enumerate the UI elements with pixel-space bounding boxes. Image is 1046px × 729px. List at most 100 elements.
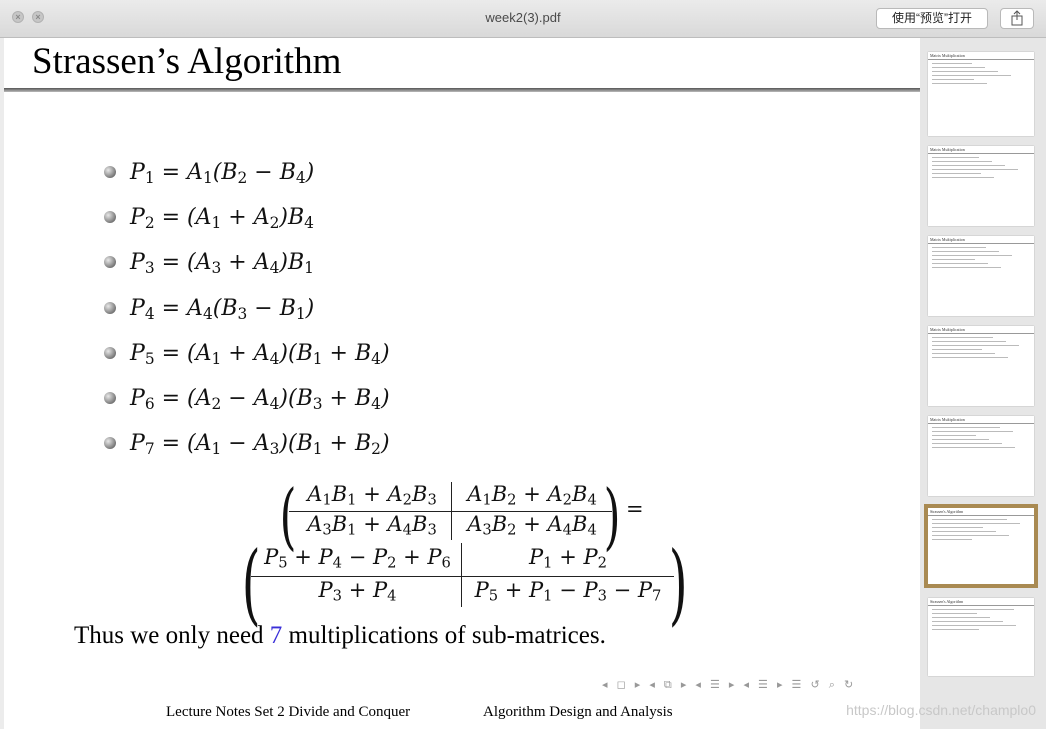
thumbnail-text-line — [932, 341, 1006, 342]
page-thumbnail[interactable]: Matrix Multiplication — [928, 416, 1034, 496]
thumbnail-title: Matrix Multiplication — [928, 52, 1034, 60]
thumbnail-text-line — [932, 169, 1018, 170]
thumbnail-text-line — [932, 63, 972, 64]
top-cell-21: A3B1 + A4B3 — [307, 512, 437, 539]
page-thumbnail[interactable]: Matrix Multiplication — [928, 326, 1034, 406]
thumbnail-text-line — [932, 431, 1013, 432]
equation-item: P7 = (A1 − A3)(B1 + B2) — [104, 421, 390, 466]
thumbnail-title: Matrix Multiplication — [928, 416, 1034, 424]
thumbnail-text-line — [932, 625, 1016, 626]
equation-text: P6 = (A2 − A4)(B3 + B4) — [130, 385, 390, 413]
thumbnail-text-line — [932, 531, 996, 532]
open-with-preview-button[interactable]: 使用“预览”打开 — [876, 8, 988, 29]
bottom-cell-21: P3 + P4 — [318, 578, 397, 605]
page-thumbnail[interactable]: Matrix Multiplication — [928, 52, 1034, 136]
thumbnail-text-line — [932, 539, 972, 540]
thumbnail-text-line — [932, 71, 998, 72]
bullet-icon — [104, 437, 116, 450]
share-icon — [1011, 10, 1023, 26]
thumbnail-text-line — [932, 259, 975, 260]
top-cell-11: A1B1 + A2B3 — [307, 482, 437, 509]
thumbnail-text-line — [932, 337, 993, 338]
conclusion-number: 7 — [269, 622, 283, 649]
window-titlebar: × × week2(3).pdf 使用“预览”打开 — [0, 0, 1046, 38]
thumbnail-text-line — [932, 255, 1012, 256]
equation-item: P3 = (A3 + A4)B1 — [104, 240, 390, 285]
thumbnail-text-line — [932, 535, 1009, 536]
equation-text: P2 = (A1 + A2)B4 — [130, 205, 314, 233]
bullet-icon — [104, 166, 116, 178]
bullet-icon — [104, 301, 116, 314]
thumbnail-text-line — [932, 75, 1011, 76]
equation-text: P4 = A4(B3 − B1) — [130, 295, 315, 323]
thumbnail-text-line — [932, 519, 1007, 520]
thumbnail-text-line — [932, 629, 979, 630]
page-thumbnail[interactable]: Strassen's Algorithm — [928, 508, 1034, 584]
equation-text: P7 = (A1 − A3)(B1 + B2) — [130, 431, 390, 458]
share-button[interactable] — [1000, 8, 1034, 29]
thumbnail-text-line — [932, 165, 1005, 166]
bottom-cell-22: P5 + P1 − P3 − P7 — [474, 578, 662, 605]
equation-text: P1 = A1(B2 − B4) — [130, 160, 315, 187]
thumbnail-text-line — [932, 247, 986, 248]
conclusion-after: multiplications of sub-matrices. — [282, 622, 606, 649]
equation-item: P1 = A1(B2 − B4) — [104, 150, 390, 195]
thumbnail-text-line — [932, 345, 1019, 346]
thumbnail-text-line — [932, 435, 976, 436]
thumbnail-text-line — [932, 621, 1003, 622]
thumbnail-text-line — [932, 447, 1015, 448]
bullet-icon — [104, 256, 116, 269]
slide-title: Strassen’s Algorithm — [32, 41, 342, 82]
thumbnail-text-line — [932, 177, 994, 178]
footer-right: Algorithm Design and Analysis — [483, 704, 673, 720]
conclusion-before: Thus we only need — [74, 622, 270, 649]
bottom-cell-12: P1 + P2 — [529, 545, 607, 572]
bottom-matrix-vrule — [461, 543, 462, 607]
thumbnail-text-line — [932, 67, 985, 68]
page-thumbnail[interactable]: Matrix Multiplication — [928, 236, 1034, 316]
equation-list: P1 = A1(B2 − B4) P2 = (A1 + A2)B4 P3 = (A3… — [104, 150, 390, 466]
title-divider — [4, 88, 920, 92]
watermark: https://blog.csdn.net/champlo0 — [846, 702, 1036, 718]
bullet-icon — [104, 211, 116, 224]
thumbnail-text-line — [932, 617, 990, 618]
equation-text: P3 = (A3 + A4)B1 — [130, 250, 314, 278]
thumbnail-text-line — [932, 527, 983, 528]
thumbnail-text-line — [932, 173, 981, 174]
thumbnail-title: Strassen's Algorithm — [928, 598, 1034, 606]
pdf-page: Strassen’s Algorithm P1 = A1(B2 − B4) P2 … — [4, 38, 920, 729]
thumbnail-title: Matrix Multiplication — [928, 146, 1034, 154]
conclusion-text: Thus we only need 7 multiplications of s… — [74, 622, 606, 650]
thumbnail-text-line — [932, 523, 1020, 524]
thumbnail-text-line — [932, 353, 995, 354]
page-thumbnail[interactable]: Strassen's Algorithm — [928, 598, 1034, 676]
thumbnail-title: Matrix Multiplication — [928, 326, 1034, 334]
footer-left: Lecture Notes Set 2 Divide and Conquer — [166, 704, 411, 720]
thumbnail-text-line — [932, 263, 988, 264]
thumbnail-text-line — [932, 267, 1001, 268]
equation-item: P2 = (A1 + A2)B4 — [104, 195, 390, 240]
thumbnail-title: Strassen's Algorithm — [928, 508, 1034, 516]
thumbnail-text-line — [932, 157, 979, 158]
equation-text: P5 = (A1 + A4)(B1 + B4) — [130, 340, 390, 368]
thumbnail-text-line — [932, 613, 977, 614]
top-cell-12: A1B2 + A2B4 — [467, 482, 597, 509]
thumbnail-text-line — [932, 427, 1000, 428]
thumbnail-sidebar[interactable]: Matrix Multiplication Matrix Multiplicati… — [920, 38, 1046, 729]
equals-sign: = — [626, 497, 644, 521]
equation-item: P6 = (A2 − A4)(B3 + B4) — [104, 376, 390, 421]
thumbnail-text-line — [932, 439, 989, 440]
top-matrix-vrule — [451, 482, 452, 540]
equation-item: P5 = (A1 + A4)(B1 + B4) — [104, 331, 390, 376]
top-cell-22: A3B2 + A4B4 — [467, 512, 597, 539]
beamer-navigation-bar[interactable]: ◂ ◻ ▸ ◂ ⧉ ▸ ◂ ☰ ▸ ◂ ☰ ▸ ☰ ↺ ⌕ ↻ — [602, 678, 856, 692]
bottom-cell-11: P5 + P4 − P2 + P6 — [264, 545, 451, 572]
bullet-icon — [104, 346, 116, 359]
thumbnail-text-line — [932, 161, 992, 162]
bottom-matrix-hrule — [251, 576, 674, 577]
thumbnail-text-line — [932, 609, 1014, 610]
bullet-icon — [104, 391, 116, 404]
thumbnail-text-line — [932, 79, 974, 80]
page-thumbnail[interactable]: Matrix Multiplication — [928, 146, 1034, 226]
thumbnail-text-line — [932, 349, 982, 350]
